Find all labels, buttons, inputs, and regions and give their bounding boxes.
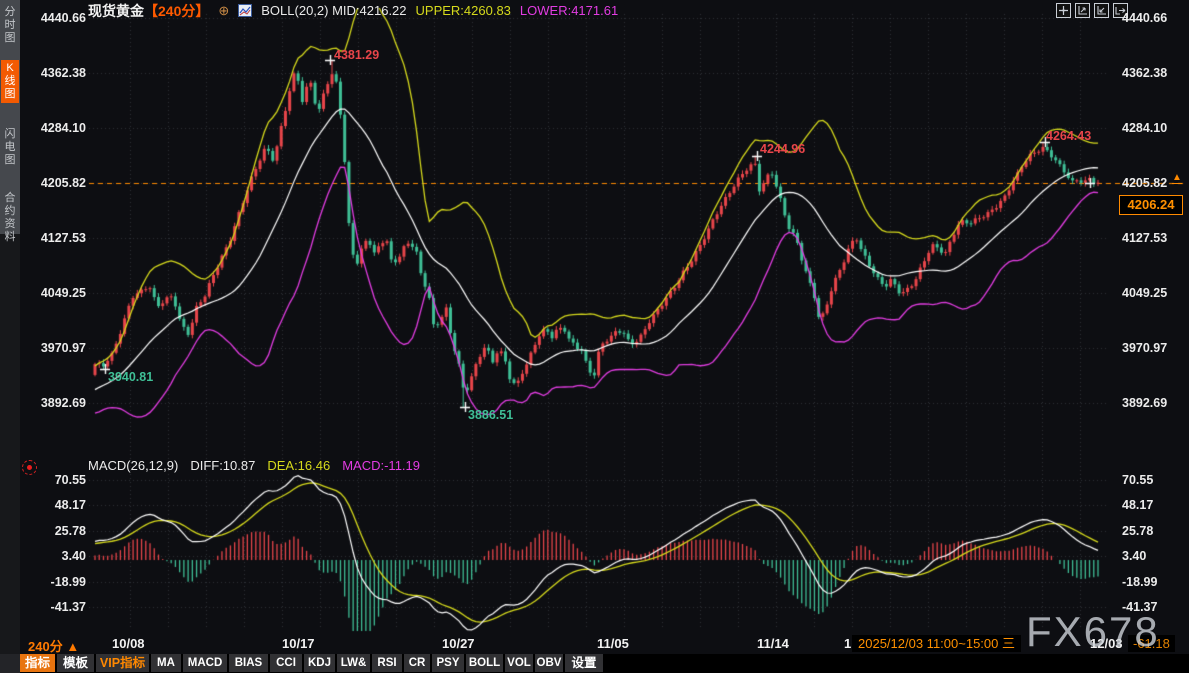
period-arrow-icon: ▲ [66, 639, 79, 654]
price-axis-label: 4284.10 [26, 119, 86, 137]
toolbar-corner [0, 654, 20, 673]
price-axis-label: 3970.97 [1122, 339, 1184, 357]
macd-axis-label: 3.40 [26, 547, 86, 565]
x-axis-date: 11/14 [757, 636, 789, 651]
indicator-toolbar: 指标 模板 VIP指标 MA MACD BIAS CCI KDJ LW& RSI… [20, 654, 1189, 673]
x-axis-date-remnant: 1 [844, 636, 851, 651]
toolbar-button-bias[interactable]: BIAS [229, 654, 268, 672]
sidebar-tail [0, 234, 20, 654]
add-compare-icon[interactable]: ⊕ [218, 3, 229, 19]
price-axis-label: 4049.25 [26, 284, 86, 302]
annotation-low: 3940.81 [108, 370, 153, 384]
price-axis-label: 4440.66 [26, 9, 86, 27]
annotation-high: 4381.29 [334, 48, 379, 62]
toolbar-button-cr[interactable]: CR [404, 654, 430, 672]
toolbar-button-settings[interactable]: 设置 [565, 654, 603, 672]
price-axis-label: 4127.53 [1122, 229, 1184, 247]
crosshair-icon[interactable] [1056, 3, 1071, 18]
x-axis-date: 10/08 [112, 636, 145, 651]
sidebar-item-kline-chart[interactable]: K线图 [1, 60, 19, 103]
macd-axis-label: -41.37 [26, 598, 86, 616]
macd-axis-label: -18.99 [1122, 573, 1184, 591]
macd-axis-label: 70.55 [1122, 471, 1184, 489]
sidebar-item-time-chart[interactable]: 分时图 [1, 4, 19, 47]
price-axis-label: 4049.25 [1122, 284, 1184, 302]
macd-axis-label: -18.99 [26, 573, 86, 591]
zoom-out-axes-icon[interactable] [1094, 3, 1109, 18]
toolbar-button-ma[interactable]: MA [151, 654, 181, 672]
price-axis-label: 4362.38 [1122, 64, 1184, 82]
toolbar-button-psy[interactable]: PSY [432, 654, 464, 672]
price-axis-label: 4205.82 [26, 174, 86, 192]
price-axis-label: 4440.66 [1122, 9, 1184, 27]
chart-header: 现货黄金 【240分】 ⊕ BOLL(20,2) MID:4216.22 UPP… [88, 2, 618, 19]
chart-tool-buttons [1056, 3, 1128, 18]
price-axis-label: 3970.97 [26, 339, 86, 357]
trading-app: 分时图 K线图 闪电图 合约资料 现货黄金 【240分】 ⊕ BOLL(20,2… [0, 0, 1189, 673]
toolbar-button-indicators[interactable]: 指标 [20, 654, 55, 672]
toolbar-button-vol[interactable]: VOL [505, 654, 533, 672]
toolbar-button-cci[interactable]: CCI [270, 654, 302, 672]
annotation-low: 3886.51 [468, 408, 513, 422]
toolbar-button-macd[interactable]: MACD [183, 654, 227, 672]
toolbar-button-rsi[interactable]: RSI [372, 654, 402, 672]
macd-title: MACD(26,12,9) [88, 458, 178, 473]
macd-axis-label: 3.40 [1122, 547, 1184, 565]
sidebar: 分时图 K线图 闪电图 合约资料 [0, 0, 20, 234]
x-axis-date: 12/03 [1090, 636, 1123, 651]
price-up-arrow-icon: ▲ [1172, 172, 1182, 184]
macd-value-readout: MACD:-11.19 [342, 458, 420, 473]
macd-axis-label: 48.17 [26, 496, 86, 514]
boll-lower-readout: LOWER:4171.61 [520, 3, 618, 18]
period-badge[interactable]: 【240分】 [144, 1, 209, 21]
annotation-high: 4264.43 [1046, 129, 1091, 143]
macd-axis-label: 25.78 [26, 522, 86, 540]
x-axis-date: 10/17 [282, 636, 315, 651]
x-axis-date: 10/27 [442, 636, 475, 651]
toolbar-button-obv[interactable]: OBV [535, 654, 563, 672]
boll-readout: BOLL(20,2) MID:4216.22 [261, 3, 406, 18]
macd-axis-label: 48.17 [1122, 496, 1184, 514]
record-icon[interactable] [22, 460, 37, 475]
price-axis-label: 3892.69 [26, 394, 86, 412]
x-axis-date: 11/05 [597, 636, 629, 651]
toolbar-button-lw[interactable]: LW& [337, 654, 370, 672]
period-selector[interactable]: 240分 ▲ [28, 636, 79, 655]
toolbar-button-vip-indicators[interactable]: VIP指标 [96, 654, 149, 672]
macd-axis-label: -41.37 [1122, 598, 1184, 616]
macd-axis-label: 70.55 [26, 471, 86, 489]
macd-header: MACD(26,12,9) DIFF:10.87 DEA:16.46 MACD:… [88, 458, 420, 473]
macd-axis-label: 25.78 [1122, 522, 1184, 540]
chart-type-icon[interactable] [238, 4, 252, 17]
toolbar-button-kdj[interactable]: KDJ [304, 654, 335, 672]
toolbar-button-boll[interactable]: BOLL [466, 654, 503, 672]
crosshair-time-tooltip: 2025/12/03 11:00~15:00 三 [852, 635, 1021, 652]
price-axis-label: 4127.53 [26, 229, 86, 247]
price-axis-label: 4284.10 [1122, 119, 1184, 137]
macd-dea-readout: DEA:16.46 [267, 458, 330, 473]
sidebar-item-contract-info[interactable]: 合约资料 [1, 190, 19, 246]
macd-value-box: -61.18 [1128, 635, 1175, 652]
boll-upper-readout: UPPER:4260.83 [416, 3, 511, 18]
zoom-in-axes-icon[interactable] [1075, 3, 1090, 18]
price-axis-label: 4362.38 [26, 64, 86, 82]
macd-diff-readout: DIFF:10.87 [190, 458, 255, 473]
chart-canvas[interactable] [0, 0, 1189, 673]
toolbar-button-templates[interactable]: 模板 [57, 654, 94, 672]
sidebar-item-lightning-chart[interactable]: 闪电图 [1, 126, 19, 169]
price-axis-label: 3892.69 [1122, 394, 1184, 412]
annotation-high: 4244.96 [760, 142, 805, 156]
symbol-title: 现货黄金 [88, 1, 144, 21]
current-price-box: 4206.24 [1119, 195, 1183, 215]
